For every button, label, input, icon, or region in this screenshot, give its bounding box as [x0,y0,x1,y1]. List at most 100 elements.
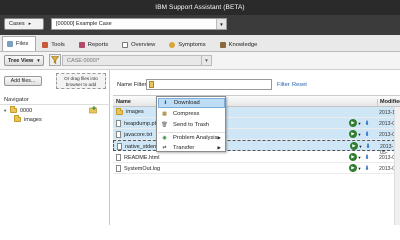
chevron-down-icon[interactable]: ▼ [358,142,363,150]
run-analysis-icon[interactable]: ▶ [349,164,357,172]
files-icon [7,41,13,47]
menu-item-label: Compress [173,111,200,117]
path-filter-button[interactable] [49,54,61,66]
menu-item-send-to-trash[interactable]: 🗑 Send to Trash [158,120,225,130]
app-title: IBM Support Assistant (BETA) [155,4,245,11]
filter-link[interactable]: Filter [277,82,290,88]
cases-button[interactable]: Cases ▸ [4,18,44,30]
table-row[interactable]: SystemOut.log ▶ ▼ ⬇ 2013-05- [113,163,400,174]
tab-label: Files [16,41,29,47]
submenu-arrow-icon: ▶ [217,145,221,150]
menu-item-label: Download [174,100,200,106]
symptoms-icon [169,41,176,48]
reports-icon [78,41,85,48]
tree-view-label: Tree View [8,57,34,64]
table-row[interactable]: README.html ▶ ▼ ⬇ 2013-05- [113,152,400,163]
file-name: javacore.txt [124,131,153,138]
menu-item-download[interactable]: ⬇ Download [158,98,225,108]
file-name: images [126,109,144,115]
tab-symptoms[interactable]: Symptoms [164,37,213,51]
left-pane [0,70,110,225]
navigator-tree: ▾ 0000 images [4,106,42,124]
vertical-scrollbar[interactable] [394,107,400,225]
name-filter-input[interactable] [146,79,272,90]
path-value: CASE:0000/* [67,57,100,64]
download-icon[interactable]: ⬇ [365,142,371,150]
tree-item-label: 0000 [20,107,33,114]
download-icon[interactable]: ⬇ [364,130,370,138]
run-analysis-icon[interactable]: ▶ [349,153,357,161]
case-value: [00000] Example Case [56,21,112,27]
folder-icon [14,115,21,122]
path-select[interactable]: CASE:0000/* ▼ [62,55,212,66]
cases-label: Cases [9,21,25,27]
drop-zone[interactable]: Or drag files into browser to add [56,73,106,89]
tools-icon [42,41,49,48]
tab-tools[interactable]: Tools [37,37,73,51]
tab-label: Reports [87,41,109,48]
reset-link[interactable]: Reset [292,82,307,88]
tree-item-images[interactable]: images [4,115,42,124]
download-icon[interactable]: ⬇ [364,164,370,172]
tree-item-root[interactable]: ▾ 0000 [4,106,42,115]
add-files-button[interactable]: Add files... [4,76,42,86]
file-icon [116,165,121,172]
drop-hint: Or drag files into browser to add [64,76,98,87]
run-analysis-icon[interactable]: ▶ [349,119,357,127]
column-header-name[interactable]: Name [116,99,131,105]
chevron-down-icon: ▼ [216,19,226,29]
chevron-down-icon: ▼ [36,58,41,63]
divider [0,104,110,105]
name-filter-label: Name Filter [117,82,147,88]
folder-icon [10,106,17,113]
file-icon [116,131,121,138]
funnel-icon [51,56,59,64]
tab-label: Symptoms [178,41,206,48]
overview-icon [122,41,129,48]
title-bar: IBM Support Assistant (BETA) [0,0,400,15]
download-icon[interactable]: ⬇ [364,153,370,161]
menu-item-transfer[interactable]: ⇄ Transfer ▶ [158,143,225,153]
add-files-label: Add files... [10,78,36,84]
compress-icon: ▦ [162,111,167,117]
transfer-icon: ⇄ [162,145,167,151]
tab-bar: Files Tools Reports Overview Symptoms Kn… [0,35,400,52]
tab-label: Tools [51,41,65,48]
download-icon: ⬇ [163,100,168,106]
tree-view-button[interactable]: Tree View ▼ [4,55,44,66]
tab-reports[interactable]: Reports [74,37,116,51]
trash-icon: 🗑 [161,122,168,128]
file-name: README.html [124,154,160,161]
run-analysis-icon[interactable]: ▶ [350,142,358,150]
menu-item-problem-analysis[interactable]: ◉ Problem Analysis ▶ [158,133,225,143]
tab-overview[interactable]: Overview [117,37,163,51]
menu-item-label: Problem Analysis [173,135,218,141]
file-icon [116,120,121,127]
chevron-down-icon[interactable]: ▼ [357,153,362,161]
file-icon [116,154,121,161]
chevron-right-icon: ▸ [28,21,32,27]
context-menu: ⬇ Download ▦ Compress 🗑 Send to Trash ◉ … [156,96,226,152]
folder-icon [116,107,123,115]
download-icon[interactable]: ⬇ [364,119,370,127]
knowledge-icon [219,41,226,48]
menu-item-label: Transfer [173,145,195,151]
menu-item-label: Send to Trash [173,122,210,128]
text-cursor-icon [149,81,154,88]
navigator-heading: Navigator [4,97,29,103]
tab-knowledge[interactable]: Knowledge [215,37,266,51]
tab-label: Overview [131,41,156,48]
chevron-down-icon: ▼ [201,56,211,65]
tab-files[interactable]: Files [2,36,37,51]
chevron-down-icon[interactable]: ▼ [357,119,362,127]
run-analysis-icon[interactable]: ▶ [349,130,357,138]
tree-item-label: images [24,116,42,123]
case-select[interactable]: [00000] Example Case ▼ [51,18,227,30]
add-folder-icon[interactable] [89,106,97,114]
analysis-icon: ◉ [162,135,167,141]
chevron-down-icon[interactable]: ▼ [357,164,362,172]
menu-item-compress[interactable]: ▦ Compress [158,109,225,119]
file-icon [117,143,122,150]
chevron-down-icon[interactable]: ▼ [357,130,362,138]
submenu-arrow-icon: ▶ [217,135,221,140]
